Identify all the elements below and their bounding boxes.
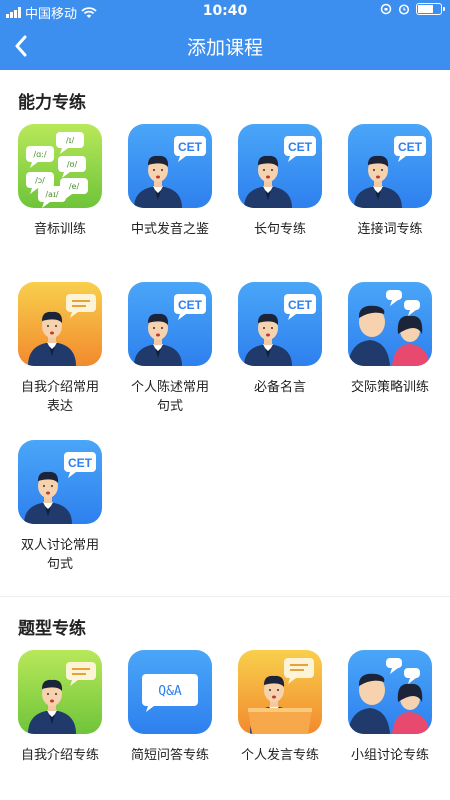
course-item[interactable]: CET 必备名言 — [225, 282, 335, 397]
course-item[interactable]: 自我介绍常用 表达 — [5, 282, 115, 416]
course-item[interactable]: CET 中式发音之鉴 — [115, 124, 225, 239]
course-label-line: 句式 — [156, 399, 183, 414]
icon-badge-text: CET — [398, 140, 423, 154]
section-divider — [0, 596, 450, 597]
course-item[interactable]: CET 长句专练 — [225, 124, 335, 239]
course-label: 小组讨论专练 — [335, 746, 445, 765]
course-label-line: 中式发音之鉴 — [130, 222, 209, 237]
course-label-line: 表达 — [46, 399, 73, 414]
course-label: 长句专练 — [225, 220, 335, 239]
two-people-chat-icon — [348, 282, 432, 366]
cet-speaker-icon: CET — [128, 282, 212, 366]
course-label-line: 个人发言专练 — [240, 748, 319, 763]
speaker-bubble-icon — [18, 282, 102, 366]
qa-bubble-icon: Q&A — [128, 650, 212, 734]
svg-text:/ɑː/: /ɑː/ — [33, 150, 46, 159]
course-label-line: 自我介绍专练 — [20, 748, 99, 763]
course-label: 个人陈述常用 句式 — [115, 378, 225, 416]
course-label: 必备名言 — [225, 378, 335, 397]
section-title-question-type: 题型专练 — [18, 619, 86, 639]
cet-speaker-icon: CET — [238, 282, 322, 366]
course-label: 音标训练 — [5, 220, 115, 239]
cet-speaker-icon: CET — [348, 124, 432, 208]
nav-bar: 添加课程 — [0, 22, 450, 70]
section-title-ability: 能力专练 — [18, 93, 86, 113]
cet-speaker-icon: CET — [18, 440, 102, 524]
course-label-line: 小组讨论专练 — [350, 748, 429, 763]
cet-speaker-icon: CET — [238, 124, 322, 208]
course-label-line: 个人陈述常用 — [130, 380, 209, 395]
course-label-line: 连接词专练 — [357, 222, 423, 237]
icon-badge-text: CET — [178, 140, 203, 154]
status-bar: 中国移动 10:40 — [0, 0, 450, 22]
icon-badge-text: CET — [288, 140, 313, 154]
course-item[interactable]: 小组讨论专练 — [335, 650, 445, 765]
course-item[interactable]: CET 个人陈述常用 句式 — [115, 282, 225, 416]
course-label-line: 必备名言 — [253, 380, 306, 395]
course-item[interactable]: 个人发言专练 — [225, 650, 335, 765]
course-label-line: 双人讨论常用 — [20, 538, 99, 553]
icon-badge-text: Q&A — [158, 684, 182, 699]
battery-icon — [416, 3, 445, 15]
course-label-line: 简短问答专练 — [130, 748, 209, 763]
phonetic-bubbles-icon: /ɪ/ /ɑː/ /ʊ/ /ɔ/ /e/ /aɪ/ — [18, 124, 102, 208]
podium-speaker-icon — [238, 650, 322, 734]
svg-text:/ɔ/: /ɔ/ — [35, 176, 45, 185]
course-label-line: 自我介绍常用 — [20, 380, 99, 395]
course-label-line: 长句专练 — [253, 222, 306, 237]
speaker-bubble-icon — [18, 650, 102, 734]
svg-text:/e/: /e/ — [69, 182, 80, 191]
course-item[interactable]: CET 连接词专练 — [335, 124, 445, 239]
course-label: 连接词专练 — [335, 220, 445, 239]
two-people-chat-icon — [348, 650, 432, 734]
icon-badge-text: CET — [178, 298, 203, 312]
course-item[interactable]: Q&A 简短问答专练 — [115, 650, 225, 765]
svg-text:/ɪ/: /ɪ/ — [66, 136, 75, 145]
course-label: 中式发音之鉴 — [115, 220, 225, 239]
rotation-lock-icon — [380, 3, 392, 15]
course-label: 自我介绍专练 — [5, 746, 115, 765]
course-label-line: 音标训练 — [33, 222, 86, 237]
course-label: 个人发言专练 — [225, 746, 335, 765]
svg-text:/ʊ/: /ʊ/ — [67, 160, 78, 169]
course-item[interactable]: 自我介绍专练 — [5, 650, 115, 765]
alarm-icon — [398, 4, 410, 15]
page-title: 添加课程 — [186, 37, 263, 59]
course-item[interactable]: CET 双人讨论常用 句式 — [5, 440, 115, 574]
icon-badge-text: CET — [68, 456, 93, 470]
course-item[interactable]: /ɪ/ /ɑː/ /ʊ/ /ɔ/ /e/ /aɪ/音标训练 — [5, 124, 115, 239]
course-label-line: 句式 — [46, 557, 73, 572]
course-label: 双人讨论常用 句式 — [5, 536, 115, 574]
icon-badge-text: CET — [288, 298, 313, 312]
svg-text:/aɪ/: /aɪ/ — [45, 190, 59, 199]
course-label: 简短问答专练 — [115, 746, 225, 765]
course-item[interactable]: 交际策略训练 — [335, 282, 445, 397]
course-label: 交际策略训练 — [335, 378, 445, 397]
cet-speaker-icon: CET — [128, 124, 212, 208]
course-label-line: 交际策略训练 — [350, 380, 429, 395]
course-label: 自我介绍常用 表达 — [5, 378, 115, 416]
